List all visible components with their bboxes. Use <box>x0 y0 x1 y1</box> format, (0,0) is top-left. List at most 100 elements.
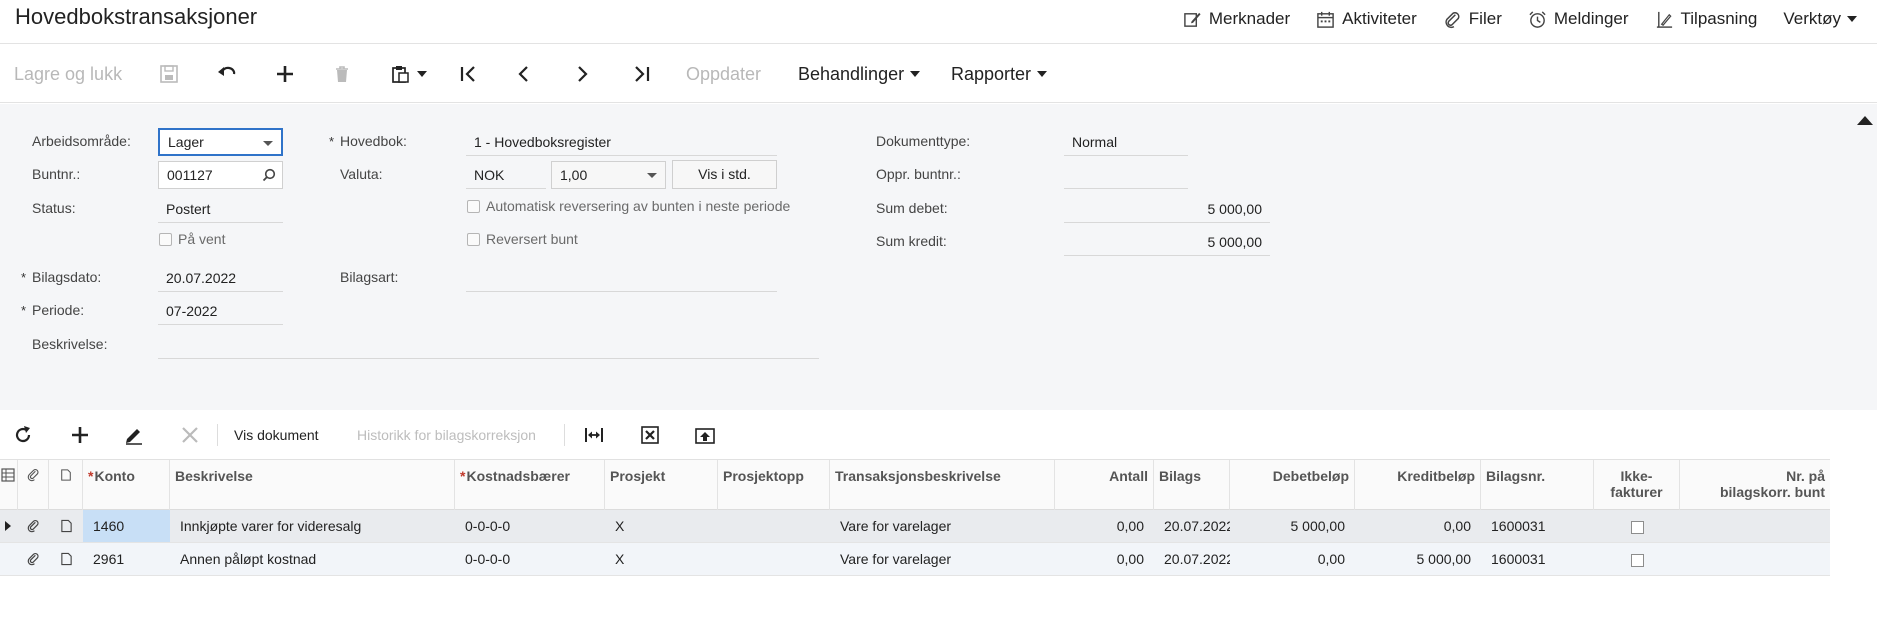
debit-cell[interactable]: 5 000,00 <box>1230 510 1355 542</box>
ledger-input[interactable]: 1 - Hovedboksregister <box>466 128 777 156</box>
description-input[interactable] <box>158 331 819 359</box>
save-close-button[interactable]: Lagre og lukk <box>14 45 122 103</box>
paste-menu-button[interactable] <box>389 45 427 103</box>
credit-cell[interactable]: 5 000,00 <box>1355 543 1481 575</box>
qty-cell[interactable]: 0,00 <box>1055 543 1154 575</box>
non-billable-column-header[interactable]: Ikke- fakturer <box>1594 460 1680 510</box>
delete-row-button[interactable] <box>179 412 201 458</box>
search-icon[interactable] <box>262 168 276 182</box>
row-attachment-cell[interactable] <box>27 543 47 575</box>
orig-batch-value <box>1064 161 1188 189</box>
grid-header: *Konto Beskrivelse *Kostnadsbærer Prosje… <box>0 459 1830 510</box>
actions-menu[interactable]: Behandlinger <box>798 45 921 103</box>
project-task-cell[interactable] <box>718 543 830 575</box>
qty-column-header[interactable]: Antall <box>1055 460 1154 510</box>
description-cell[interactable]: Innkjøpte varer for videresalg <box>170 510 455 542</box>
doc-no-column-header[interactable]: Bilagsnr. <box>1481 460 1594 510</box>
period-input[interactable]: 07-2022 <box>158 297 283 325</box>
delete-button[interactable] <box>331 45 353 103</box>
project-task-column-header[interactable]: Prosjektopp <box>718 460 830 510</box>
non-billable-checkbox[interactable] <box>1630 520 1644 534</box>
status-value: Postert <box>158 195 283 223</box>
workspace-select[interactable]: Lager <box>158 128 283 156</box>
currency-rate-select[interactable]: 1,00 <box>551 161 666 189</box>
corr-batch-cell[interactable] <box>1680 510 1830 542</box>
corr-batch-cell[interactable] <box>1680 543 1830 575</box>
trans-desc-cell[interactable]: Vare for varelager <box>830 510 1055 542</box>
batch-no-input[interactable]: 001127 <box>158 161 283 189</box>
qty-cell[interactable]: 0,00 <box>1055 510 1154 542</box>
collapse-icon[interactable] <box>1857 116 1873 125</box>
cost-center-cell[interactable]: 0-0-0-0 <box>455 543 605 575</box>
debit-column-header[interactable]: Debetbeløp <box>1230 460 1355 510</box>
trash-icon <box>336 66 348 82</box>
doc-date-input[interactable]: 20.07.2022 <box>158 264 283 292</box>
correction-history-button[interactable]: Historikk for bilagskorreksjon <box>357 412 536 458</box>
trans-desc-cell[interactable]: Vare for varelager <box>830 543 1055 575</box>
credit-column-header[interactable]: Kreditbeløp <box>1355 460 1481 510</box>
notes-link[interactable]: Merknader <box>1183 9 1290 29</box>
doc-date-column-header[interactable]: Bilags <box>1154 460 1230 510</box>
reports-menu[interactable]: Rapporter <box>951 45 1048 103</box>
credit-cell[interactable]: 0,00 <box>1355 510 1481 542</box>
sum-credit-label: Sum kredit: <box>876 233 947 249</box>
project-cell[interactable]: X <box>605 510 718 542</box>
cost-center-column-header[interactable]: *Kostnadsbærer <box>455 460 605 510</box>
doc-no-cell[interactable]: 1600031 <box>1481 543 1594 575</box>
document-icon <box>61 469 71 481</box>
project-cell[interactable]: X <box>605 543 718 575</box>
refresh-button[interactable] <box>12 412 34 458</box>
previous-record-button[interactable] <box>513 45 535 103</box>
last-record-button[interactable] <box>630 45 652 103</box>
edit-row-button[interactable] <box>123 412 145 458</box>
upload-button[interactable] <box>694 412 716 458</box>
doc-date-cell[interactable]: 20.07.2022 <box>1154 543 1230 575</box>
undo-button[interactable] <box>216 45 238 103</box>
update-button[interactable]: Oppdater <box>686 45 761 103</box>
doc-no-cell[interactable]: 1600031 <box>1481 510 1594 542</box>
table-row[interactable]: 2961 Annen påløpt kostnad 0-0-0-0 X Vare… <box>0 543 1830 576</box>
non-billable-checkbox[interactable] <box>1630 553 1644 567</box>
doc-date-cell[interactable]: 20.07.2022 <box>1154 510 1230 542</box>
show-in-base-button[interactable]: Vis i std. <box>672 160 777 189</box>
add-button[interactable] <box>274 45 296 103</box>
account-column-header[interactable]: *Konto <box>83 460 170 510</box>
project-task-cell[interactable] <box>718 510 830 542</box>
description-column-header[interactable]: Beskrivelse <box>170 460 455 510</box>
document-type-label: Dokumenttype: <box>876 133 971 149</box>
account-cell[interactable]: 2961 <box>83 543 170 575</box>
currency-input[interactable]: NOK <box>466 161 546 189</box>
fit-columns-button[interactable] <box>583 412 605 458</box>
messages-link[interactable]: Meldinger <box>1528 9 1629 29</box>
view-document-button[interactable]: Vis dokument <box>234 412 319 458</box>
first-record-button[interactable] <box>458 45 480 103</box>
reversed-batch-checkbox[interactable] <box>467 233 480 246</box>
cost-center-cell[interactable]: 0-0-0-0 <box>455 510 605 542</box>
debit-cell[interactable]: 0,00 <box>1230 543 1355 575</box>
table-row[interactable]: 1460 Innkjøpte varer for videresalg 0-0-… <box>0 510 1830 543</box>
export-excel-button[interactable] <box>639 412 661 458</box>
tools-menu[interactable]: Verktøy <box>1783 9 1857 29</box>
project-column-header[interactable]: Prosjekt <box>605 460 718 510</box>
orig-batch-label: Oppr. buntnr.: <box>876 166 961 182</box>
next-record-button[interactable] <box>571 45 593 103</box>
undo-icon <box>218 66 236 76</box>
on-hold-checkbox[interactable] <box>159 233 172 246</box>
trans-desc-column-header[interactable]: Transaksjonsbeskrivelse <box>830 460 1055 510</box>
column-settings-header[interactable] <box>0 460 18 510</box>
row-note-cell[interactable] <box>60 510 80 542</box>
doc-type-field-input[interactable] <box>466 264 777 292</box>
row-attachment-cell[interactable] <box>27 510 47 542</box>
auto-reverse-checkbox[interactable] <box>467 200 480 213</box>
row-note-cell[interactable] <box>60 543 80 575</box>
chevron-down-icon <box>263 141 273 146</box>
reversed-batch-label: Reversert bunt <box>486 231 578 247</box>
save-button[interactable] <box>158 45 180 103</box>
description-cell[interactable]: Annen påløpt kostnad <box>170 543 455 575</box>
add-row-button[interactable] <box>69 412 91 458</box>
customize-link[interactable]: Tilpasning <box>1655 9 1757 29</box>
account-cell[interactable]: 1460 <box>83 510 170 542</box>
corr-batch-column-header[interactable]: Nr. på bilagskorr. bunt <box>1680 460 1830 510</box>
files-link[interactable]: Filer <box>1443 9 1502 29</box>
activities-link[interactable]: Aktiviteter <box>1316 9 1417 29</box>
